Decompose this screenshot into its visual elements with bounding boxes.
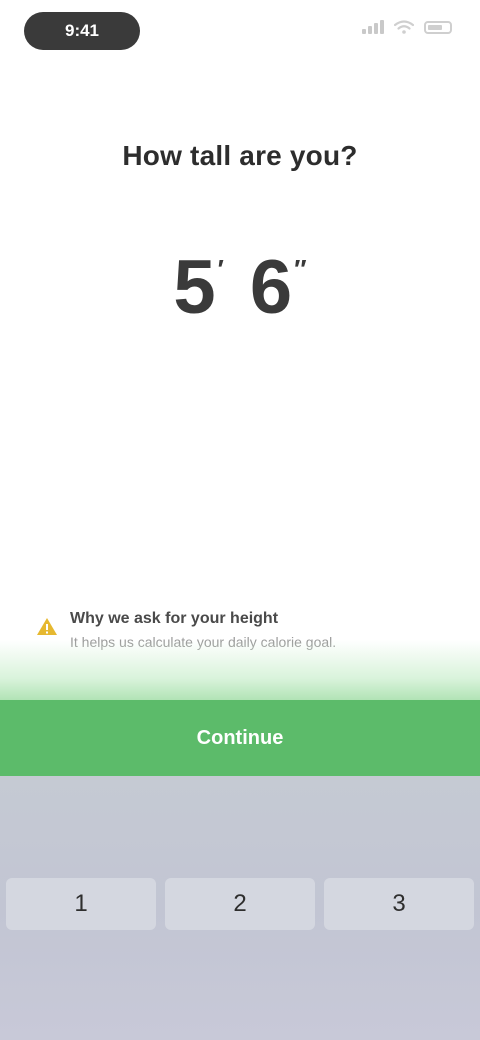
signal-icon xyxy=(362,20,384,34)
info-title: Why we ask for your height xyxy=(70,610,279,627)
inches-unit: ″ xyxy=(294,254,307,284)
height-value[interactable]: 5 ′ 6 ″ xyxy=(0,250,480,326)
continue-button[interactable]: Continue xyxy=(0,700,480,776)
page-title: How tall are you? xyxy=(122,140,358,171)
inches-value: 6 xyxy=(249,245,293,330)
warning-icon xyxy=(37,618,57,635)
numeric-keyboard: 1 2 3 4 xyxy=(0,776,480,1040)
wifi-icon xyxy=(394,20,414,34)
status-time: 9:41 xyxy=(24,12,140,50)
inches-group[interactable]: 6 ″ xyxy=(250,250,307,326)
key-1[interactable]: 1 xyxy=(6,878,156,930)
key-2[interactable]: 2 xyxy=(165,878,315,930)
feet-group[interactable]: 5 ′ xyxy=(173,250,224,326)
feet-value: 5 xyxy=(173,245,216,330)
battery-icon xyxy=(424,20,452,34)
key-3[interactable]: 3 xyxy=(324,878,474,930)
status-bar: 9:41 xyxy=(0,0,480,64)
feet-unit: ′ xyxy=(217,254,224,284)
status-icons xyxy=(362,20,452,34)
